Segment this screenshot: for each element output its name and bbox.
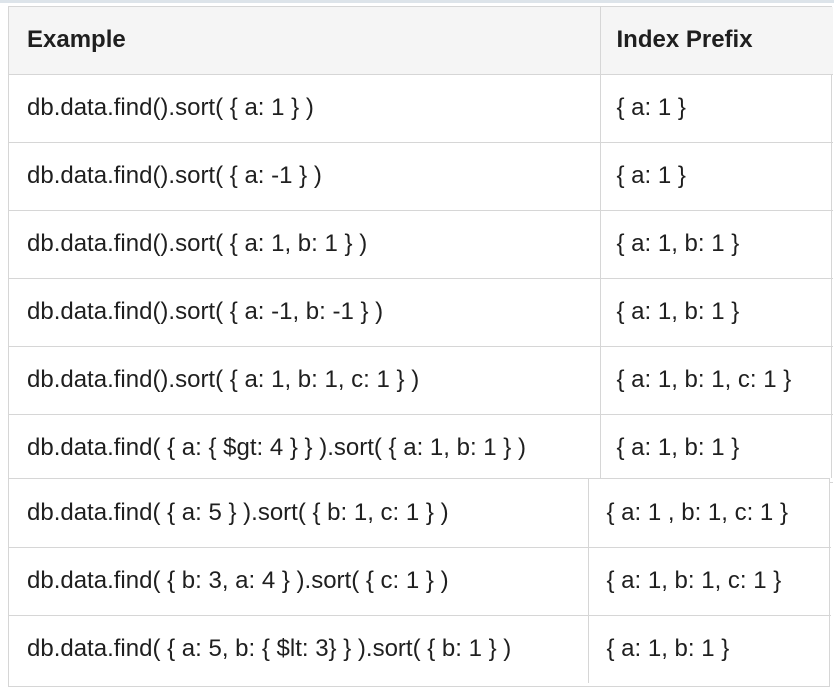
table-row: db.data.find().sort( { a: -1, b: -1 } ) …	[9, 278, 833, 347]
example-cell: db.data.find().sort( { a: -1 } )	[9, 142, 601, 211]
example-cell: db.data.find( { a: 5 } ).sort( { b: 1, c…	[9, 479, 589, 548]
top-border-line	[0, 0, 834, 3]
index-prefix-cell: { a: 1, b: 1 }	[606, 635, 730, 663]
index-prefix-table-lower: db.data.find( { a: 5 } ).sort( { b: 1, c…	[8, 478, 831, 687]
example-cell: db.data.find( { b: 3, a: 4 } ).sort( { c…	[9, 547, 589, 616]
index-prefix-cell: { a: 1, b: 1 }	[600, 210, 833, 279]
example-cell: db.data.find().sort( { a: -1, b: -1 } )	[9, 278, 601, 347]
index-prefix-cell: { a: 1, b: 1, c: 1 }	[588, 547, 831, 616]
example-cell: db.data.find().sort( { a: 1 } )	[9, 74, 601, 143]
table-row: db.data.find().sort( { a: -1 } ) { a: 1 …	[9, 142, 833, 211]
example-cell: db.data.find().sort( { a: 1, b: 1 } )	[9, 210, 601, 279]
index-prefix-cell: { a: 1, b: 1 }	[600, 278, 833, 347]
index-prefix-cell: { a: 1 , b: 1, c: 1 }	[588, 479, 831, 548]
table-row: db.data.find( { a: { $gt: 4 } } ).sort( …	[9, 414, 833, 483]
example-cell: db.data.find().sort( { a: 1, b: 1, c: 1 …	[9, 346, 601, 415]
index-prefix-table-continued: db.data.find( { a: 5 } ).sort( { b: 1, c…	[9, 479, 831, 683]
table-row: db.data.find().sort( { a: 1, b: 1, c: 1 …	[9, 346, 833, 415]
header-example: Example	[9, 7, 601, 75]
index-prefix-cell: { a: 1 }	[600, 142, 833, 211]
index-prefix-table-upper: Example Index Prefix db.data.find().sort…	[8, 6, 833, 483]
table-row: db.data.find().sort( { a: 1 } ) { a: 1 }	[9, 74, 833, 143]
example-cell: db.data.find( { a: 5, b: { $lt: 3} } ).s…	[9, 615, 589, 683]
index-prefix-cell: { a: 1, b: 1, c: 1 }	[600, 346, 833, 415]
table-row: db.data.find( { b: 3, a: 4 } ).sort( { c…	[9, 547, 831, 616]
table-row: db.data.find( { a: 5, b: { $lt: 3} } ).s…	[9, 615, 831, 683]
header-index-prefix: Index Prefix	[600, 7, 833, 75]
index-prefix-cell: { a: 1 }	[600, 74, 833, 143]
index-prefix-table: Example Index Prefix db.data.find().sort…	[9, 7, 833, 483]
table-header-row: Example Index Prefix	[9, 7, 833, 75]
table-row: db.data.find().sort( { a: 1, b: 1 } ) { …	[9, 210, 833, 279]
table-row: db.data.find( { a: 5 } ).sort( { b: 1, c…	[9, 479, 831, 548]
index-prefix-cell: { a: 1, b: 1 }	[600, 414, 833, 483]
example-cell: db.data.find( { a: { $gt: 4 } } ).sort( …	[9, 414, 601, 483]
